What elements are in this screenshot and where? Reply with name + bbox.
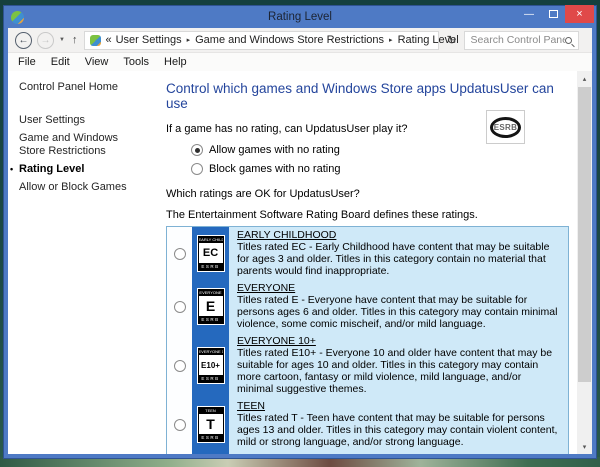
forward-button: → bbox=[37, 32, 54, 49]
client-area: Control Panel Home User Settings Game an… bbox=[8, 71, 592, 454]
search-input[interactable] bbox=[471, 34, 565, 46]
teen-radio[interactable] bbox=[174, 419, 186, 431]
menu-view[interactable]: View bbox=[85, 56, 109, 68]
sidebar-item-game-restrictions[interactable]: Game and Windows Store Restrictions bbox=[19, 132, 147, 158]
titlebar: Rating Level — × bbox=[8, 6, 592, 28]
search-icon[interactable] bbox=[565, 37, 572, 44]
scroll-up-icon[interactable]: ▴ bbox=[577, 71, 592, 86]
history-dropdown-icon[interactable]: ▼ bbox=[59, 37, 65, 43]
allow-no-rating-radio[interactable] bbox=[191, 144, 203, 156]
rating-name: EVERYONE bbox=[237, 282, 295, 294]
breadcrumb-user-settings[interactable]: User Settings bbox=[116, 34, 182, 46]
esrb-ec-badge-icon: EARLY CHILDHOOD EC ESRB bbox=[197, 235, 225, 272]
esrb-e10-badge-icon: EVERYONE 10+ E10+ ESRB bbox=[197, 347, 225, 384]
active-item-bullet-icon: • bbox=[10, 163, 13, 176]
esrb-logo-text: ESRB bbox=[490, 117, 521, 138]
esrb-e-badge-icon: EVERYONE E ESRB bbox=[197, 288, 225, 325]
rating-description: Titles rated EC - Early Childhood have c… bbox=[237, 241, 549, 277]
breadcrumb-app-icon bbox=[90, 35, 101, 46]
early-childhood-radio[interactable] bbox=[174, 248, 186, 260]
menu-tools[interactable]: Tools bbox=[123, 56, 149, 68]
rating-description: Titles rated E - Everyone have content t… bbox=[237, 294, 557, 330]
breadcrumb-prefix: « bbox=[105, 34, 111, 46]
sidebar-item-user-settings[interactable]: User Settings bbox=[19, 114, 147, 127]
minimize-button[interactable]: — bbox=[517, 5, 541, 23]
menu-file[interactable]: File bbox=[18, 56, 36, 68]
ratings-intro: The Entertainment Software Rating Board … bbox=[166, 209, 571, 221]
rating-name: TEEN bbox=[237, 400, 265, 412]
back-button[interactable]: ← bbox=[15, 32, 32, 49]
sidebar-item-rating-level[interactable]: • Rating Level bbox=[19, 163, 147, 176]
rating-name: MATURE bbox=[237, 453, 281, 454]
rating-description: Titles rated E10+ - Everyone 10 and olde… bbox=[237, 347, 552, 395]
rating-row-everyone[interactable]: EVERYONE E ESRB EVERYONE Titles rated E … bbox=[167, 280, 568, 333]
up-one-level-button[interactable]: ↑ bbox=[70, 34, 80, 46]
ratings-question: Which ratings are OK for UpdatusUser? bbox=[166, 188, 571, 200]
esrb-t-badge-icon: TEEN T ESRB bbox=[197, 406, 225, 443]
block-no-rating-label: Block games with no rating bbox=[209, 163, 340, 175]
everyone-10-radio[interactable] bbox=[174, 360, 186, 372]
everyone-radio[interactable] bbox=[174, 301, 186, 313]
rating-row-everyone-10[interactable]: EVERYONE 10+ E10+ ESRB EVERYONE 10+ Titl… bbox=[167, 333, 568, 398]
rating-row-mature[interactable]: MATURE 17+ M ESRB MATURE Titles rated M … bbox=[167, 451, 568, 454]
maximize-button[interactable] bbox=[541, 5, 565, 23]
rating-name: EVERYONE 10+ bbox=[237, 335, 316, 347]
sidebar: Control Panel Home User Settings Game an… bbox=[8, 71, 158, 454]
sidebar-item-control-panel-home[interactable]: Control Panel Home bbox=[19, 81, 147, 94]
search-box[interactable] bbox=[464, 31, 579, 50]
breadcrumb-game-restrictions[interactable]: Game and Windows Store Restrictions bbox=[195, 34, 384, 46]
ratings-list: EARLY CHILDHOOD EC ESRB EARLY CHILDHOOD … bbox=[166, 226, 569, 454]
rating-level-window: Rating Level — × ← → ▼ ↑ « User Settings… bbox=[3, 5, 597, 459]
allow-no-rating-option[interactable]: Allow games with no rating bbox=[191, 144, 571, 156]
esrb-logo: ESRB bbox=[486, 110, 525, 144]
menu-edit[interactable]: Edit bbox=[51, 56, 70, 68]
vertical-scrollbar[interactable]: ▴ ▾ bbox=[577, 71, 592, 454]
sidebar-item-allow-block-games[interactable]: Allow or Block Games bbox=[19, 181, 147, 194]
scroll-down-icon[interactable]: ▾ bbox=[577, 439, 592, 454]
scrollbar-thumb[interactable] bbox=[578, 87, 591, 382]
navigation-toolbar: ← → ▼ ↑ « User Settings ▸ Game and Windo… bbox=[8, 28, 592, 53]
breadcrumb-separator-icon: ▸ bbox=[186, 36, 192, 44]
page-title: Control which games and Windows Store ap… bbox=[166, 81, 571, 111]
address-bar[interactable]: « User Settings ▸ Game and Windows Store… bbox=[84, 31, 439, 50]
breadcrumb-separator-icon: ▸ bbox=[388, 36, 394, 44]
window-body: ← → ▼ ↑ « User Settings ▸ Game and Windo… bbox=[8, 28, 592, 454]
block-no-rating-option[interactable]: Block games with no rating bbox=[191, 163, 571, 175]
window-controls: — × bbox=[517, 5, 594, 23]
rating-row-teen[interactable]: TEEN T ESRB TEEN Titles rated T - Teen h… bbox=[167, 398, 568, 451]
sidebar-item-label: Rating Level bbox=[19, 163, 84, 175]
allow-no-rating-label: Allow games with no rating bbox=[209, 144, 340, 156]
window-title: Rating Level bbox=[8, 11, 592, 23]
close-button[interactable]: × bbox=[565, 5, 594, 23]
menu-bar: File Edit View Tools Help bbox=[8, 53, 592, 71]
maximize-icon bbox=[549, 10, 558, 18]
menu-help[interactable]: Help bbox=[164, 56, 187, 68]
refresh-button[interactable]: ↻ bbox=[444, 33, 458, 47]
rating-description: Titles rated T - Teen have content that … bbox=[237, 412, 557, 448]
block-no-rating-radio[interactable] bbox=[191, 163, 203, 175]
rating-name: EARLY CHILDHOOD bbox=[237, 229, 336, 241]
main-content: Control which games and Windows Store ap… bbox=[158, 71, 577, 454]
rating-row-early-childhood[interactable]: EARLY CHILDHOOD EC ESRB EARLY CHILDHOOD … bbox=[167, 227, 568, 280]
